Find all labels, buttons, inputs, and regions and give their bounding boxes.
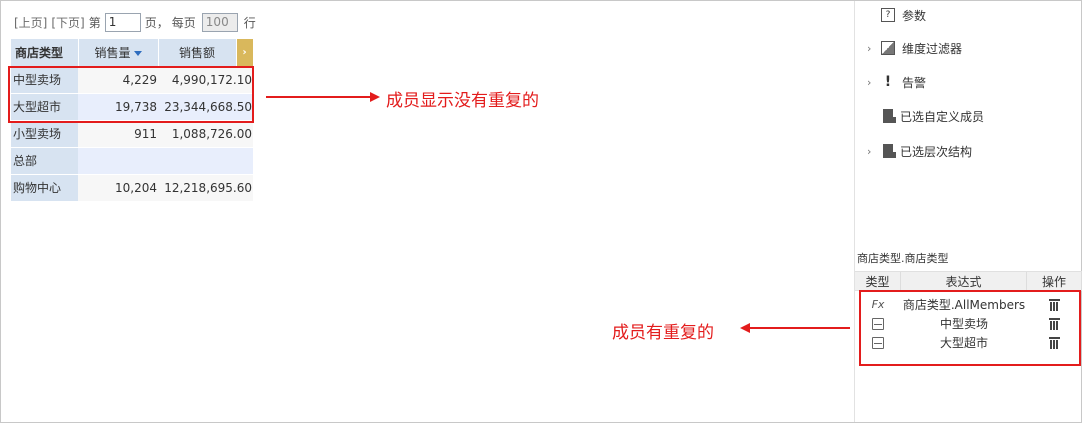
properties-panel: ? 参数 › 维度过滤器 › ! 告警 已选自定义成员 › 已选层次结构 商店类… bbox=[854, 1, 1082, 422]
amount-cell bbox=[158, 146, 253, 174]
tree-item-label: 已选层次结构 bbox=[900, 144, 973, 159]
next-page-link[interactable]: [下页] bbox=[51, 14, 84, 31]
qty-cell bbox=[78, 146, 158, 174]
tree-item-label: 已选自定义成员 bbox=[900, 109, 985, 124]
highlight-box-table bbox=[8, 66, 254, 123]
row-header[interactable]: 总部 bbox=[11, 146, 78, 174]
member-icon bbox=[883, 109, 896, 123]
page-size-input[interactable] bbox=[201, 12, 238, 32]
qty-cell: 911 bbox=[78, 119, 158, 147]
tree-item-hierarchy[interactable]: › 已选层次结构 bbox=[867, 141, 972, 161]
table-row: 总部 bbox=[11, 146, 253, 174]
alert-icon: ! bbox=[884, 74, 892, 90]
annotation-arrow-left bbox=[748, 327, 850, 329]
per-page-prefix-label: 每页 bbox=[171, 15, 196, 30]
tree-item-label: 维度过滤器 bbox=[902, 41, 963, 56]
tree-item-alert[interactable]: › ! 告警 bbox=[867, 72, 926, 92]
tree-item-custom-members[interactable]: 已选自定义成员 bbox=[867, 106, 984, 126]
row-header[interactable]: 购物中心 bbox=[11, 173, 78, 201]
sales-qty-header[interactable]: 销售量 bbox=[78, 39, 159, 66]
chevron-right-icon[interactable]: › bbox=[867, 145, 881, 158]
tree-item-label: 参数 bbox=[902, 8, 927, 23]
pager: [上页] [下页] 第 页， 每页 行 bbox=[14, 12, 256, 32]
annotation-arrow-right bbox=[266, 96, 372, 98]
page-prefix-label: 第 bbox=[88, 15, 101, 30]
sales-qty-header-label: 销售量 bbox=[94, 45, 131, 60]
annotation-no-duplicates: 成员显示没有重复的 bbox=[386, 91, 539, 111]
annotation-has-duplicates: 成员有重复的 bbox=[612, 323, 714, 343]
tree-item-dimension-filter[interactable]: › 维度过滤器 bbox=[867, 38, 962, 58]
column-menu-button[interactable]: › bbox=[236, 39, 254, 66]
page-number-input[interactable] bbox=[104, 12, 141, 32]
amount-cell: 1,088,726.00 bbox=[158, 119, 253, 147]
param-icon: ? bbox=[881, 8, 895, 22]
per-page-suffix-label: 行 bbox=[243, 15, 256, 30]
tree-item-label: 告警 bbox=[902, 75, 927, 90]
chevron-right-icon: › bbox=[242, 46, 247, 58]
dimension-title: 商店类型.商店类型 bbox=[857, 252, 949, 265]
sort-desc-icon[interactable] bbox=[133, 50, 142, 56]
qty-cell: 10,204 bbox=[78, 173, 158, 201]
tree-item-params[interactable]: ? 参数 bbox=[867, 5, 926, 25]
expression-column-header: 表达式 bbox=[901, 272, 1027, 290]
action-column-header: 操作 bbox=[1027, 272, 1082, 290]
highlight-box-members bbox=[859, 290, 1081, 366]
dimension-header[interactable]: 商店类型 bbox=[11, 39, 79, 66]
sales-amount-header[interactable]: 销售额 bbox=[158, 39, 237, 66]
page-suffix-label: 页， bbox=[144, 15, 169, 30]
chevron-right-icon[interactable]: › bbox=[867, 42, 881, 55]
prev-page-link[interactable]: [上页] bbox=[14, 14, 47, 31]
member-table-header: 类型 表达式 操作 bbox=[855, 271, 1082, 291]
hierarchy-icon bbox=[883, 144, 896, 158]
table-row: 购物中心 10,204 12,218,695.60 bbox=[11, 173, 253, 201]
table-row: 小型卖场 911 1,088,726.00 bbox=[11, 119, 253, 147]
chevron-right-icon[interactable]: › bbox=[867, 76, 881, 89]
type-column-header: 类型 bbox=[855, 272, 901, 290]
amount-cell: 12,218,695.60 bbox=[158, 173, 253, 201]
arrow-head-icon bbox=[370, 92, 380, 102]
filter-icon bbox=[881, 41, 895, 55]
pivot-header-row: 商店类型 销售量 销售额 › bbox=[11, 39, 254, 66]
row-header[interactable]: 小型卖场 bbox=[11, 119, 78, 147]
